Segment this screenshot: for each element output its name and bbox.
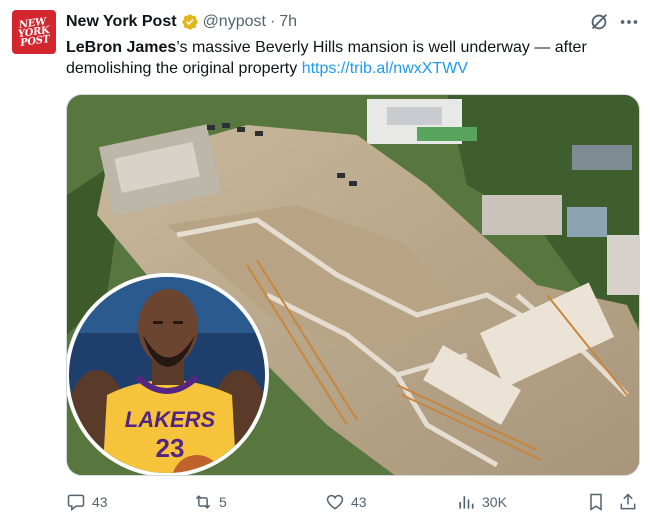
more-icon[interactable] [618, 11, 640, 33]
separator-dot: · [269, 13, 276, 30]
like-count: 43 [351, 494, 367, 510]
jersey-text: LAKERS [125, 407, 216, 432]
post-time[interactable]: 7h [279, 13, 297, 31]
jersey-number: 23 [156, 433, 185, 463]
verified-icon[interactable] [181, 13, 199, 31]
bookmark-icon [590, 493, 602, 511]
like-icon [326, 494, 344, 510]
action-bar: 43 5 43 30K [66, 488, 640, 516]
like-button[interactable]: 43 [325, 488, 367, 516]
share-button[interactable] [618, 488, 644, 516]
media-image[interactable]: LAKERS 23 [66, 94, 640, 476]
portrait-inset: LAKERS 23 [67, 273, 269, 475]
views-button[interactable]: 30K [456, 488, 507, 516]
grok-icon[interactable] [588, 11, 610, 33]
reply-icon [67, 494, 85, 512]
tweet-link[interactable]: https://trib.al/nwxXTWV [302, 60, 468, 77]
account-name[interactable]: New York Post [66, 13, 177, 31]
avatar[interactable]: NEW YORK POST [12, 10, 56, 54]
tweet-text: LeBron James’s massive Beverly Hills man… [66, 37, 646, 79]
nypost-logo: NEW YORK POST [17, 15, 51, 49]
account-handle[interactable]: @nypost [203, 13, 266, 31]
highlighted-name: LeBron James [66, 39, 177, 56]
bookmark-button[interactable] [586, 488, 612, 516]
reply-count: 43 [92, 494, 108, 510]
share-icon [620, 493, 636, 510]
view-count: 30K [482, 494, 507, 510]
views-icon [459, 496, 474, 509]
repost-count: 5 [219, 494, 227, 510]
repost-icon [195, 495, 211, 509]
reply-button[interactable]: 43 [66, 488, 108, 516]
tweet-header: New York Post @nypost · 7h [66, 11, 297, 33]
repost-button[interactable]: 5 [193, 488, 227, 516]
construction-site-photo: LAKERS 23 [67, 95, 639, 475]
tweet[interactable]: NEW YORK POST New York Post @nypost · 7h… [0, 0, 660, 525]
